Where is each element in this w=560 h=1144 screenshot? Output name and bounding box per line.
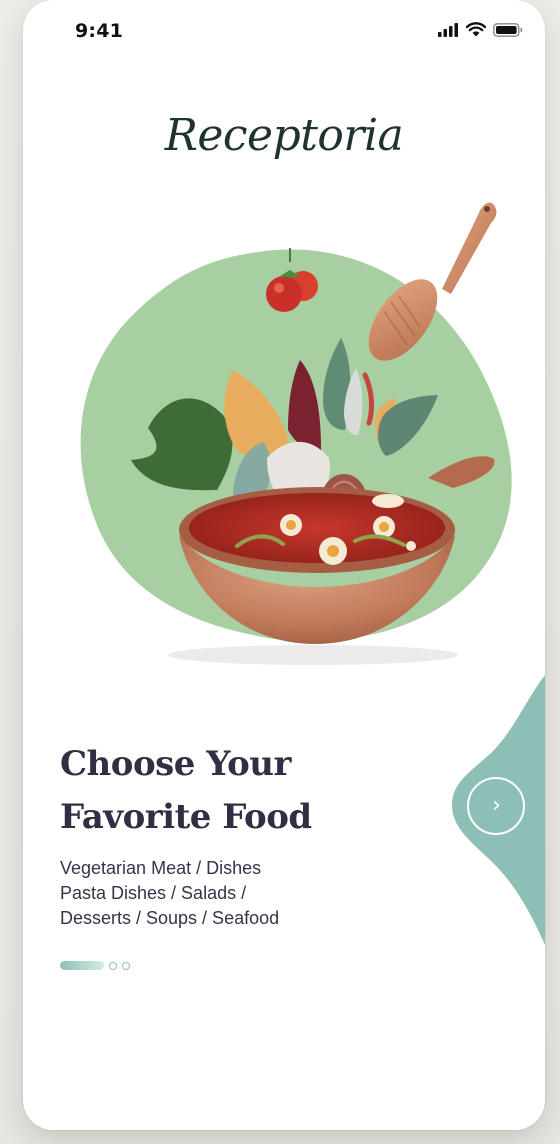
wifi-icon [466, 22, 486, 37]
pager-dot-2[interactable] [109, 961, 117, 970]
signal-icon [438, 22, 458, 37]
description-line-2: Pasta Dishes / Salads / [60, 883, 247, 903]
description-line-3: Desserts / Soups / Seafood [60, 908, 280, 928]
chevron-right-icon: › [492, 793, 501, 818]
onboarding-pager [60, 961, 130, 970]
pager-active-indicator[interactable] [60, 961, 104, 970]
page-background: 9:41 Receptoria › Choose Your Favorite F… [0, 0, 560, 1144]
status-bar: 9:41 [23, 0, 545, 62]
next-button[interactable]: › [467, 777, 525, 835]
page-title: Choose Your Favorite Food [60, 738, 390, 844]
description-line-1: Vegetarian Meat / Dishes [60, 858, 262, 878]
status-time: 9:41 [75, 20, 124, 42]
phone-screen: 9:41 Receptoria › Choose Your Favorite F… [23, 0, 545, 1130]
page-title-line-1: Choose Your [60, 744, 291, 784]
category-description: Vegetarian Meat / Dishes Pasta Dishes / … [60, 856, 350, 931]
hero-illustration [80, 202, 512, 665]
status-icons [437, 22, 523, 37]
pager-dot-3[interactable] [122, 961, 130, 970]
battery-icon [493, 22, 523, 37]
page-title-line-2: Favorite Food [60, 797, 312, 837]
brand-logo: Receptoria [164, 110, 404, 161]
